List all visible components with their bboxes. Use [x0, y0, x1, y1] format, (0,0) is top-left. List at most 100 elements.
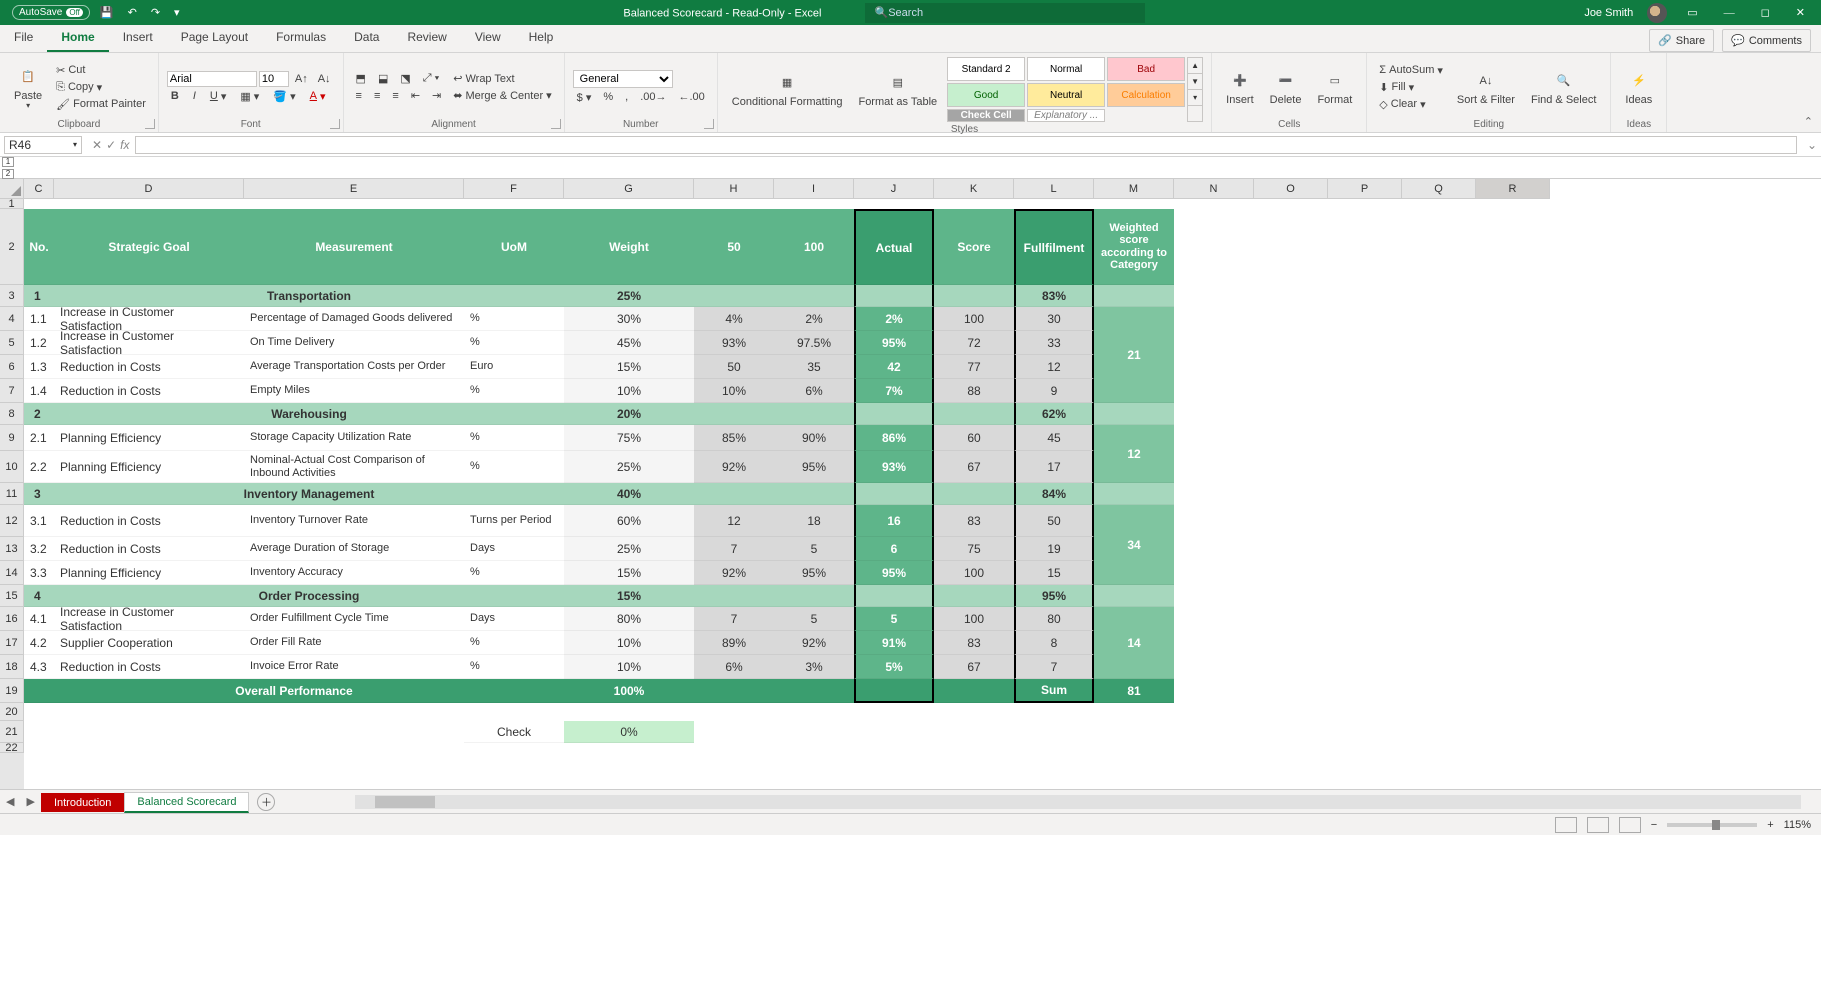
- cell[interactable]: 25%: [564, 285, 694, 307]
- cell[interactable]: %: [464, 379, 564, 403]
- cell[interactable]: Reduction in Costs: [54, 505, 244, 537]
- expand-formula-bar-icon[interactable]: ⌄: [1803, 138, 1821, 152]
- cell[interactable]: 6: [854, 537, 934, 561]
- cell[interactable]: 97.5%: [774, 331, 854, 355]
- align-center-icon[interactable]: ≡: [370, 88, 384, 103]
- cell-style-bad[interactable]: Bad: [1107, 57, 1185, 81]
- copy-button[interactable]: ⎘ Copy ▾: [52, 80, 150, 95]
- column-header-P[interactable]: P: [1328, 179, 1402, 199]
- row-header-22[interactable]: 22: [0, 743, 24, 753]
- column-header-D[interactable]: D: [54, 179, 244, 199]
- cell[interactable]: 4%: [694, 307, 774, 331]
- cell[interactable]: 15%: [564, 561, 694, 585]
- row-header-3[interactable]: 3: [0, 285, 24, 307]
- cell[interactable]: 92%: [694, 561, 774, 585]
- cell[interactable]: 3.3: [24, 561, 54, 585]
- cell[interactable]: 15%: [564, 355, 694, 379]
- cell[interactable]: 7%: [854, 379, 934, 403]
- cell[interactable]: 18: [774, 505, 854, 537]
- cell[interactable]: 7: [694, 537, 774, 561]
- weighted-score-cell[interactable]: 34: [1094, 505, 1174, 585]
- format-painter-button[interactable]: 🖌 Format Painter: [52, 97, 150, 112]
- cell[interactable]: 10%: [564, 379, 694, 403]
- insert-cells-button[interactable]: ➕Insert: [1220, 66, 1260, 108]
- cell[interactable]: 15%: [564, 585, 694, 607]
- cell[interactable]: [1094, 483, 1174, 505]
- cell[interactable]: 33: [1014, 331, 1094, 355]
- zoom-level[interactable]: 115%: [1784, 819, 1811, 831]
- cell[interactable]: No.: [24, 209, 54, 285]
- cell[interactable]: Inventory Management: [54, 483, 564, 505]
- column-header-Q[interactable]: Q: [1402, 179, 1476, 199]
- cell[interactable]: 12: [694, 505, 774, 537]
- column-header-J[interactable]: J: [854, 179, 934, 199]
- font-color-button[interactable]: A ▾: [306, 89, 330, 104]
- cell[interactable]: 95%: [774, 451, 854, 483]
- cell[interactable]: 86%: [854, 425, 934, 451]
- cell[interactable]: [934, 679, 1014, 703]
- format-cells-button[interactable]: ▭Format: [1311, 66, 1358, 108]
- row-header-17[interactable]: 17: [0, 631, 24, 655]
- cell[interactable]: Average Transportation Costs per Order: [244, 355, 464, 379]
- outline-level-1[interactable]: 1: [2, 157, 14, 167]
- cell[interactable]: [694, 679, 774, 703]
- cell[interactable]: Order Fill Rate: [244, 631, 464, 655]
- cell[interactable]: 85%: [694, 425, 774, 451]
- accounting-format-icon[interactable]: $ ▾: [573, 90, 596, 105]
- cell[interactable]: 5%: [854, 655, 934, 679]
- undo-icon[interactable]: ↶: [124, 6, 141, 19]
- column-header-H[interactable]: H: [694, 179, 774, 199]
- close-icon[interactable]: ✕: [1790, 6, 1811, 19]
- cell[interactable]: 100: [934, 561, 1014, 585]
- align-middle-icon[interactable]: ⬓: [374, 71, 392, 86]
- row-header-5[interactable]: 5: [0, 331, 24, 355]
- cell[interactable]: 35: [774, 355, 854, 379]
- cell[interactable]: [854, 679, 934, 703]
- cell[interactable]: 92%: [774, 631, 854, 655]
- cell[interactable]: Weight: [564, 209, 694, 285]
- cell[interactable]: 95%: [1014, 585, 1094, 607]
- sheet-nav-prev-icon[interactable]: ◀: [0, 795, 20, 808]
- weighted-score-cell[interactable]: 14: [1094, 607, 1174, 679]
- conditional-formatting-button[interactable]: ▦Conditional Formatting: [726, 68, 849, 110]
- decrease-indent-icon[interactable]: ⇤: [407, 88, 424, 103]
- cell[interactable]: Percentage of Damaged Goods delivered: [244, 307, 464, 331]
- menu-tab-help[interactable]: Help: [515, 24, 568, 52]
- share-button[interactable]: 🔗 Share: [1649, 29, 1714, 52]
- increase-indent-icon[interactable]: ⇥: [428, 88, 445, 103]
- cell[interactable]: Score: [934, 209, 1014, 285]
- cell[interactable]: 8: [1014, 631, 1094, 655]
- redo-icon[interactable]: ↷: [147, 6, 164, 19]
- cell[interactable]: On Time Delivery: [244, 331, 464, 355]
- cell[interactable]: 25%: [564, 537, 694, 561]
- cell[interactable]: 2.1: [24, 425, 54, 451]
- cell[interactable]: 89%: [694, 631, 774, 655]
- comments-button[interactable]: 💬 Comments: [1722, 29, 1811, 52]
- align-right-icon[interactable]: ≡: [388, 88, 402, 103]
- avatar[interactable]: [1647, 3, 1667, 23]
- cell[interactable]: 45%: [564, 331, 694, 355]
- styles-scroll-down-icon[interactable]: ▼: [1188, 74, 1202, 90]
- cell[interactable]: [1094, 285, 1174, 307]
- cell[interactable]: Nominal-Actual Cost Comparison of Inboun…: [244, 451, 464, 483]
- cell[interactable]: [934, 585, 1014, 607]
- cell[interactable]: 25%: [564, 451, 694, 483]
- menu-tab-formulas[interactable]: Formulas: [262, 24, 340, 52]
- cell[interactable]: 81: [1094, 679, 1174, 703]
- ideas-button[interactable]: ⚡Ideas: [1619, 66, 1658, 108]
- cell[interactable]: 19: [1014, 537, 1094, 561]
- cell[interactable]: 77: [934, 355, 1014, 379]
- cell[interactable]: 88: [934, 379, 1014, 403]
- row-header-15[interactable]: 15: [0, 585, 24, 607]
- cell[interactable]: Planning Efficiency: [54, 451, 244, 483]
- column-header-I[interactable]: I: [774, 179, 854, 199]
- user-name[interactable]: Joe Smith: [1584, 7, 1633, 19]
- underline-button[interactable]: U ▾: [206, 89, 230, 104]
- cell[interactable]: Strategic Goal: [54, 209, 244, 285]
- align-top-icon[interactable]: ⬒: [352, 71, 370, 86]
- cell[interactable]: Weighted score according to Category: [1094, 209, 1174, 285]
- cell[interactable]: Check: [464, 721, 564, 743]
- cell[interactable]: Reduction in Costs: [54, 537, 244, 561]
- cell[interactable]: [694, 285, 774, 307]
- find-select-button[interactable]: 🔍Find & Select: [1525, 66, 1602, 108]
